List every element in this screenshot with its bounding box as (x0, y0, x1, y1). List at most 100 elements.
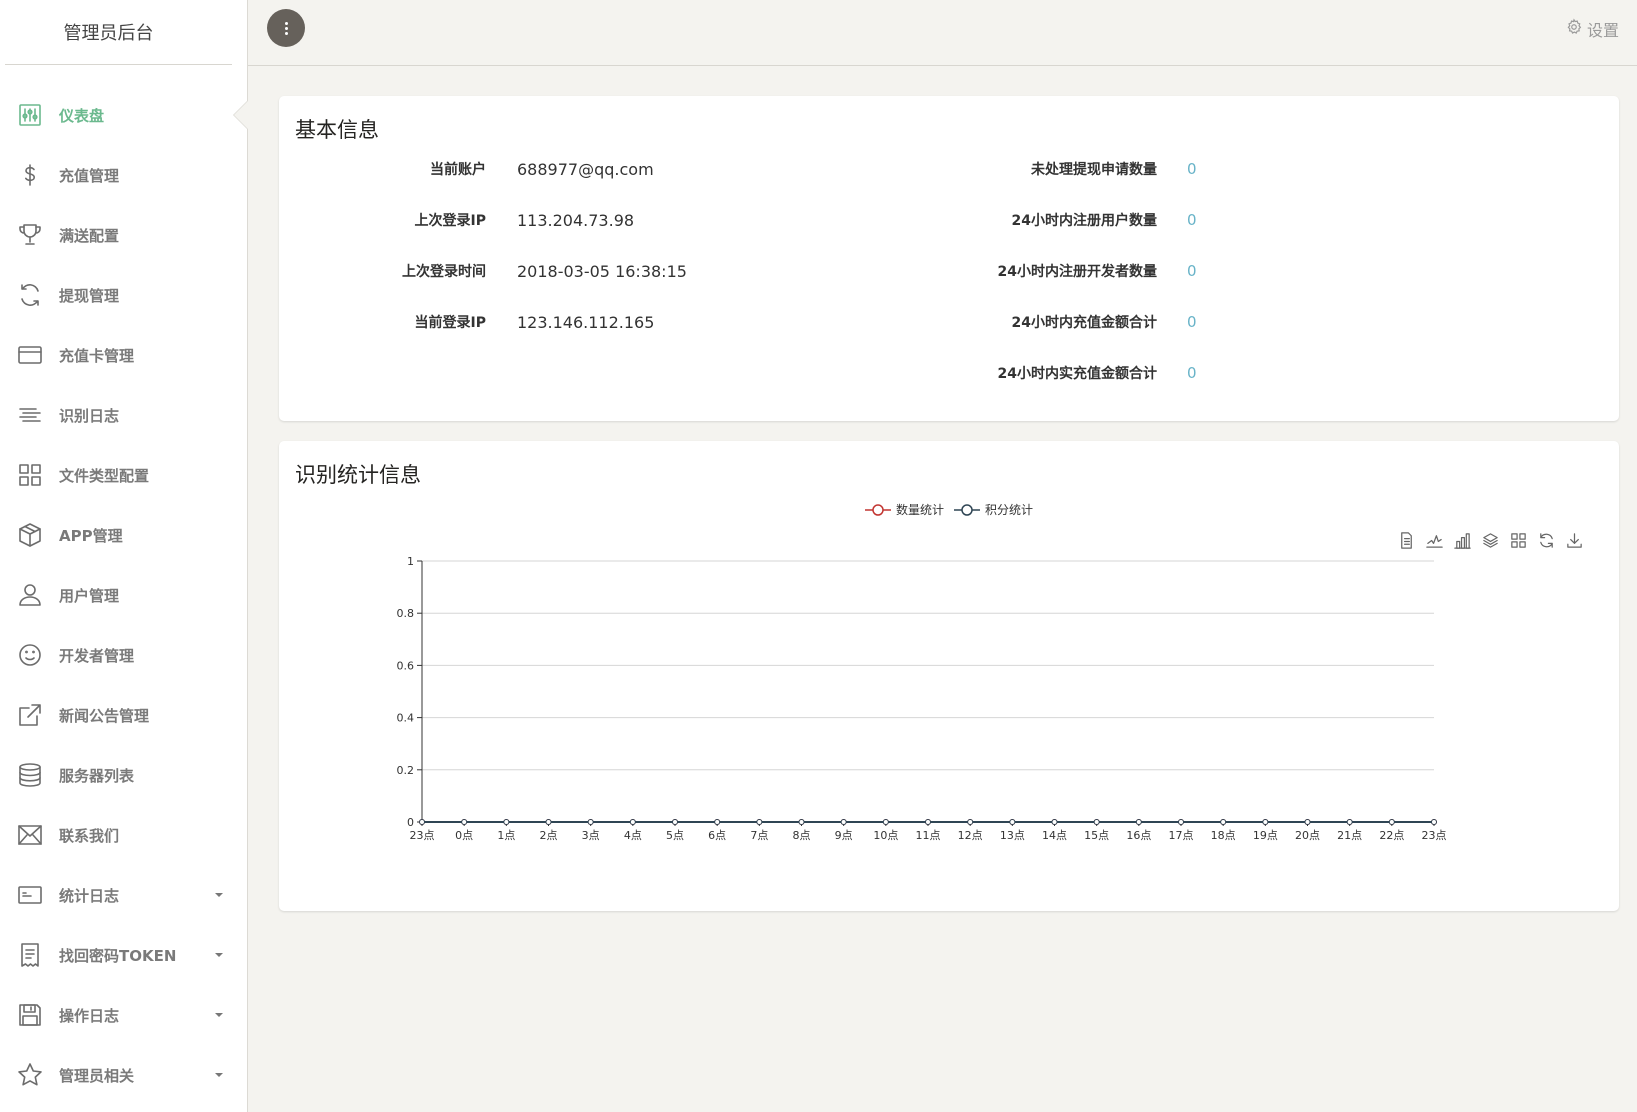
info-count: 0 (1187, 160, 1197, 178)
y-tick-label: 0 (407, 816, 414, 829)
box-icon (16, 522, 43, 549)
data-point (967, 819, 974, 825)
sidebar-item-label: 操作日志 (59, 1006, 120, 1025)
sidebar-item-14[interactable]: 找回密码TOKEN (0, 925, 247, 985)
data-point (1388, 819, 1395, 825)
sidebar-item-label: 充值管理 (59, 166, 120, 185)
settings-label: 设置 (1586, 21, 1619, 40)
x-tick-label: 10点 (873, 829, 898, 842)
envelope-icon (16, 822, 43, 849)
x-tick-label: 15点 (1084, 829, 1109, 842)
x-tick-label: 23点 (410, 829, 435, 842)
data-point (419, 819, 425, 825)
x-tick-label: 0点 (455, 829, 473, 842)
sidebar-item-label: 提现管理 (59, 286, 120, 305)
sidebar-menu: 仪表盘充值管理满送配置提现管理充值卡管理识别日志文件类型配置 APP管理用户管理开… (0, 65, 248, 1105)
y-tick-label: 0.6 (397, 659, 415, 672)
data-point (882, 819, 889, 825)
sidebar-item-12[interactable]: 联系我们 (0, 805, 247, 865)
x-tick-label: 4点 (624, 829, 642, 842)
database-icon (16, 762, 43, 789)
x-tick-label: 20点 (1295, 829, 1320, 842)
info-label: 24小时内注册开发者数量 (997, 264, 1157, 280)
x-tick-label: 2点 (540, 829, 558, 842)
sidebar-item-label: 统计日志 (59, 886, 120, 905)
data-point (925, 819, 931, 825)
settings-button[interactable]: 设置 (1565, 17, 1619, 41)
basic-info-card: 基本信息 当前账户 688977@qq.com 上次登录IP 113.204.73.9… (279, 96, 1619, 421)
data-point (503, 819, 510, 825)
sidebar-item-5[interactable]: 识别日志 (0, 385, 247, 445)
sidebar-item-11[interactable]: 服务器列表 (0, 745, 247, 805)
data-point (756, 819, 763, 825)
external-link-icon (16, 702, 43, 729)
stats-card: 识别统计信息 数量统计 积分统计 0 0.2 0.4 0.6 0.8 1 23点 0点 1点 2点 3… (279, 441, 1619, 911)
dashboard-icon (16, 102, 43, 129)
x-tick-label: 11点 (916, 829, 941, 842)
y-tick-label: 0.4 (397, 712, 415, 725)
x-tick-label: 18点 (1211, 829, 1236, 842)
sidebar-item-label: APP管理 (59, 526, 123, 545)
sidebar-item-4[interactable]: 充值卡管理 (0, 325, 247, 385)
x-tick-label: 22点 (1379, 829, 1404, 842)
x-tick-label: 21点 (1337, 829, 1362, 842)
y-tick-label: 0.8 (397, 607, 415, 620)
sidebar-item-8[interactable]: 用户管理 (0, 565, 247, 625)
receipt-icon (16, 942, 43, 969)
more-vertical-icon[interactable] (267, 9, 305, 47)
topbar: 设置 (248, 0, 1637, 66)
caret-down-icon (215, 893, 223, 897)
floppy-icon (16, 1002, 43, 1029)
data-point (1178, 819, 1184, 825)
x-tick-label: 23点 (1422, 829, 1447, 842)
gear-icon (1565, 18, 1583, 40)
trophy-icon (16, 222, 43, 249)
smiley-icon (16, 642, 43, 669)
star-icon (16, 1062, 43, 1089)
info-count: 0 (1187, 211, 1197, 229)
sidebar-item-9[interactable]: 开发者管理 (0, 625, 247, 685)
sidebar-item-1[interactable]: 充值管理 (0, 145, 247, 205)
sidebar-item-15[interactable]: 操作日志 (0, 985, 247, 1045)
info-label: 当前登录IP (414, 315, 486, 331)
data-point (798, 819, 805, 825)
sidebar-item-6[interactable]: 文件类型配置 (0, 445, 247, 505)
info-label: 上次登录IP (414, 213, 486, 229)
data-point (840, 819, 847, 825)
info-label: 上次登录时间 (402, 264, 486, 280)
sidebar-item-label: 文件类型配置 (59, 466, 150, 485)
caret-down-icon (215, 953, 223, 957)
x-tick-label: 19点 (1253, 829, 1278, 842)
data-point (1051, 819, 1058, 825)
y-tick-label: 0.2 (397, 764, 415, 777)
x-tick-label: 14点 (1042, 829, 1067, 842)
sidebar-item-3[interactable]: 提现管理 (0, 265, 247, 325)
sidebar-item-7[interactable]: APP管理 (0, 505, 247, 565)
sidebar-item-label: 识别日志 (59, 406, 120, 425)
data-point (1346, 819, 1353, 825)
info-label: 当前账户 (430, 162, 486, 178)
grid-icon (16, 462, 43, 489)
sidebar-item-10[interactable]: 新闻公告管理 (0, 685, 247, 745)
brand: 管理员后台 (5, 0, 232, 65)
sidebar-item-13[interactable]: 统计日志 (0, 865, 247, 925)
data-point (672, 819, 678, 825)
info-label: 24小时内注册用户数量 (1011, 213, 1157, 229)
x-tick-label: 16点 (1126, 829, 1151, 842)
sidebar-item-0[interactable]: 仪表盘 (0, 85, 248, 145)
x-tick-label: 9点 (835, 829, 853, 842)
x-tick-label: 12点 (958, 829, 983, 842)
sidebar-item-2[interactable]: 满送配置 (0, 205, 247, 265)
info-label: 24小时内充值金额合计 (1011, 315, 1157, 331)
x-tick-label: 6点 (708, 829, 726, 842)
sidebar-item-label: 联系我们 (59, 826, 120, 845)
sidebar-item-16[interactable]: 管理员相关 (0, 1045, 247, 1105)
align-left-icon (16, 402, 43, 429)
sidebar-item-label: 服务器列表 (59, 766, 135, 785)
refresh-icon (16, 282, 43, 309)
data-point (1220, 819, 1227, 825)
sidebar: 管理员后台 仪表盘充值管理满送配置提现管理充值卡管理识别日志文件类型配置 APP管… (0, 0, 248, 1112)
x-tick-label: 1点 (497, 829, 515, 842)
data-point (1431, 819, 1437, 825)
sidebar-item-label: 新闻公告管理 (59, 706, 150, 725)
